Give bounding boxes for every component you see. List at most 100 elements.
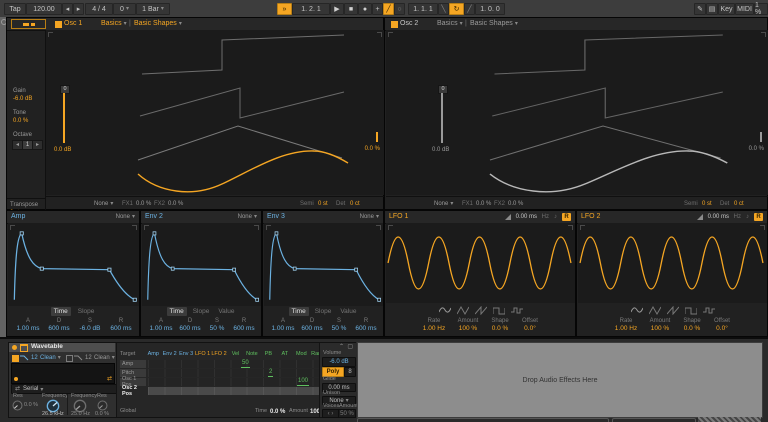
tab-slope[interactable]: Slope (190, 307, 213, 316)
source-env3[interactable]: Env 3 (178, 351, 194, 357)
unison-voices-stepper[interactable]: ‹ › (322, 409, 339, 418)
osc1-title[interactable]: Osc 1 (64, 20, 82, 27)
tap-tempo-button[interactable]: Tap (4, 3, 26, 15)
global-time-value[interactable]: 0.0 % (270, 409, 285, 415)
key-map-button[interactable]: Key (718, 3, 735, 15)
nudge-up-button[interactable]: ▸ (73, 3, 84, 15)
fx2-value[interactable]: 0.0 % (168, 201, 183, 207)
osc2-category-dropdown[interactable]: Basics▾ (437, 20, 463, 27)
rate-value[interactable]: 1.00 Hz (609, 325, 643, 332)
overdub-button[interactable]: + (372, 3, 383, 15)
osc2-wavetable-dropdown[interactable]: Basic Shapes▾ (470, 20, 518, 27)
loop-length-field[interactable]: 1. 0. 0 (475, 3, 505, 15)
follow-button[interactable]: » (277, 3, 292, 15)
audio-effects-drop-zone[interactable]: Drop Audio Effects Here (357, 342, 763, 418)
osc2-title[interactable]: Osc 2 (400, 20, 418, 27)
release-value[interactable]: 600 ms (352, 325, 380, 332)
filter2-on-toggle[interactable] (66, 355, 73, 362)
rate-value[interactable]: 1.00 Hz (417, 325, 451, 332)
octave-up-button[interactable]: ▸ (32, 140, 43, 150)
attack-value[interactable]: 1.00 ms (268, 325, 298, 332)
lfo1-display[interactable] (386, 223, 575, 303)
amount-value[interactable]: 100 % (643, 325, 677, 332)
punch-out-button[interactable]: ╱ (464, 3, 475, 15)
attack-value[interactable]: 1.00 ms (12, 325, 44, 332)
unison-amount-value[interactable]: 50 % (338, 409, 356, 418)
matrix-row-amp[interactable]: Amp 50 (120, 360, 329, 368)
amount-value[interactable]: 100 % (451, 325, 485, 332)
offset-value[interactable]: 0.0° (515, 325, 545, 332)
osc1-gain-slider[interactable] (63, 93, 65, 143)
det-value[interactable]: 0 ct (350, 201, 360, 207)
matrix-row-cells[interactable]: 100 (148, 378, 329, 386)
computer-midi-keyboard-button[interactable]: ▤ (706, 3, 718, 15)
osc2-position-slider[interactable] (760, 132, 762, 142)
tempo-field[interactable]: 120.00 (26, 3, 62, 15)
device-mini-display[interactable]: ⇄ (11, 363, 115, 384)
matrix-row-cells[interactable]: 50 (148, 360, 329, 368)
lfo2-retrigger-button[interactable]: R (754, 213, 763, 221)
filter2-res-value[interactable]: 0.0 % (95, 412, 109, 418)
note-sync-icon[interactable]: ♪ (554, 214, 557, 220)
fx2-value[interactable]: 0.0 % (508, 201, 523, 207)
osc1-gain-slider-handle[interactable]: 0 (60, 85, 70, 94)
amp-envelope-display[interactable] (8, 223, 139, 306)
saw-shape-icon[interactable] (475, 306, 487, 315)
punch-in-button[interactable]: ╲ (438, 3, 449, 15)
lfo1-retrigger-button[interactable]: R (562, 213, 571, 221)
fx1-value[interactable]: 0.0 % (136, 201, 151, 207)
source-at[interactable]: AT (277, 351, 293, 357)
stop-button[interactable]: ■ (344, 3, 358, 15)
sustain-value[interactable]: 50 % (326, 325, 352, 332)
osc1-wavetable-display[interactable]: 0 0.0 dB 0.0 % (46, 30, 384, 195)
source-pb[interactable]: PB (260, 351, 276, 357)
tab-value[interactable]: Value (215, 307, 237, 316)
lfo2-display[interactable] (578, 223, 767, 303)
loop-button[interactable]: ↻ (449, 3, 464, 15)
matrix-row-cells[interactable]: 2 (148, 369, 329, 377)
env2-display[interactable] (142, 223, 261, 306)
source-lfo2[interactable]: LFO 2 (211, 351, 227, 357)
source-lfo1[interactable]: LFO 1 (194, 351, 210, 357)
square-shape-icon[interactable] (493, 306, 505, 315)
matrix-row-osc2-pos[interactable]: Osc 2 Pos (120, 387, 329, 395)
filter1-res-knob[interactable] (12, 400, 23, 411)
triangle-shape-icon[interactable] (457, 306, 469, 315)
automation-arm-button[interactable]: ╱ (383, 3, 394, 15)
resize-grip[interactable] (698, 417, 761, 422)
tab-time[interactable]: Time (167, 307, 187, 316)
sine-shape-icon[interactable] (631, 306, 643, 315)
filter1-slope[interactable]: 12 (31, 355, 38, 361)
random-shape-icon[interactable] (703, 306, 715, 315)
osc2-wavetable-display[interactable]: 0 0.0 dB 0.0 % (386, 30, 768, 195)
osc1-effect-mode-dropdown[interactable]: None▾ (94, 201, 113, 207)
device-thumbnail-button[interactable] (11, 19, 46, 29)
source-env2[interactable]: Env 2 (161, 351, 177, 357)
shape-value[interactable]: 0.0 % (677, 325, 707, 332)
clip-scroll-handle[interactable] (357, 418, 609, 422)
filter1-on-toggle[interactable] (12, 355, 19, 362)
matrix-row-pitch[interactable]: Pitch 2 (120, 369, 329, 377)
filter1-res-value[interactable]: 0.0 % (24, 403, 38, 409)
lfo2-title[interactable]: LFO 2 (581, 213, 600, 220)
fx1-value[interactable]: 0.0 % (476, 201, 491, 207)
clip-scroll-handle[interactable] (612, 418, 696, 422)
sustain-value[interactable]: 50 % (204, 325, 230, 332)
tab-time[interactable]: Time (289, 307, 309, 316)
osc2-on-toggle[interactable] (391, 21, 398, 28)
matrix-value-pb-pitch[interactable]: 2 (268, 369, 273, 377)
source-vel[interactable]: Vel (227, 351, 243, 357)
lfo2-attack-value[interactable]: 0.00 ms (708, 214, 729, 220)
arrangement-position-field[interactable]: 1. 2. 1 (292, 3, 330, 15)
sine-shape-icon[interactable] (439, 306, 451, 315)
saw-shape-icon[interactable] (667, 306, 679, 315)
triangle-shape-icon[interactable] (649, 306, 661, 315)
filter1-type-icon[interactable] (20, 355, 29, 361)
tab-value[interactable]: Value (337, 307, 359, 316)
filter1-freq-value[interactable]: 26.5 kHz (42, 412, 64, 418)
amp-route-dropdown[interactable]: None▾ (116, 214, 135, 220)
tab-slope[interactable]: Slope (75, 307, 98, 316)
matrix-row-cells[interactable] (148, 387, 329, 395)
filter1-mode-dropdown[interactable]: Clean▾ (40, 355, 61, 361)
decay-value[interactable]: 600 ms (44, 325, 74, 332)
